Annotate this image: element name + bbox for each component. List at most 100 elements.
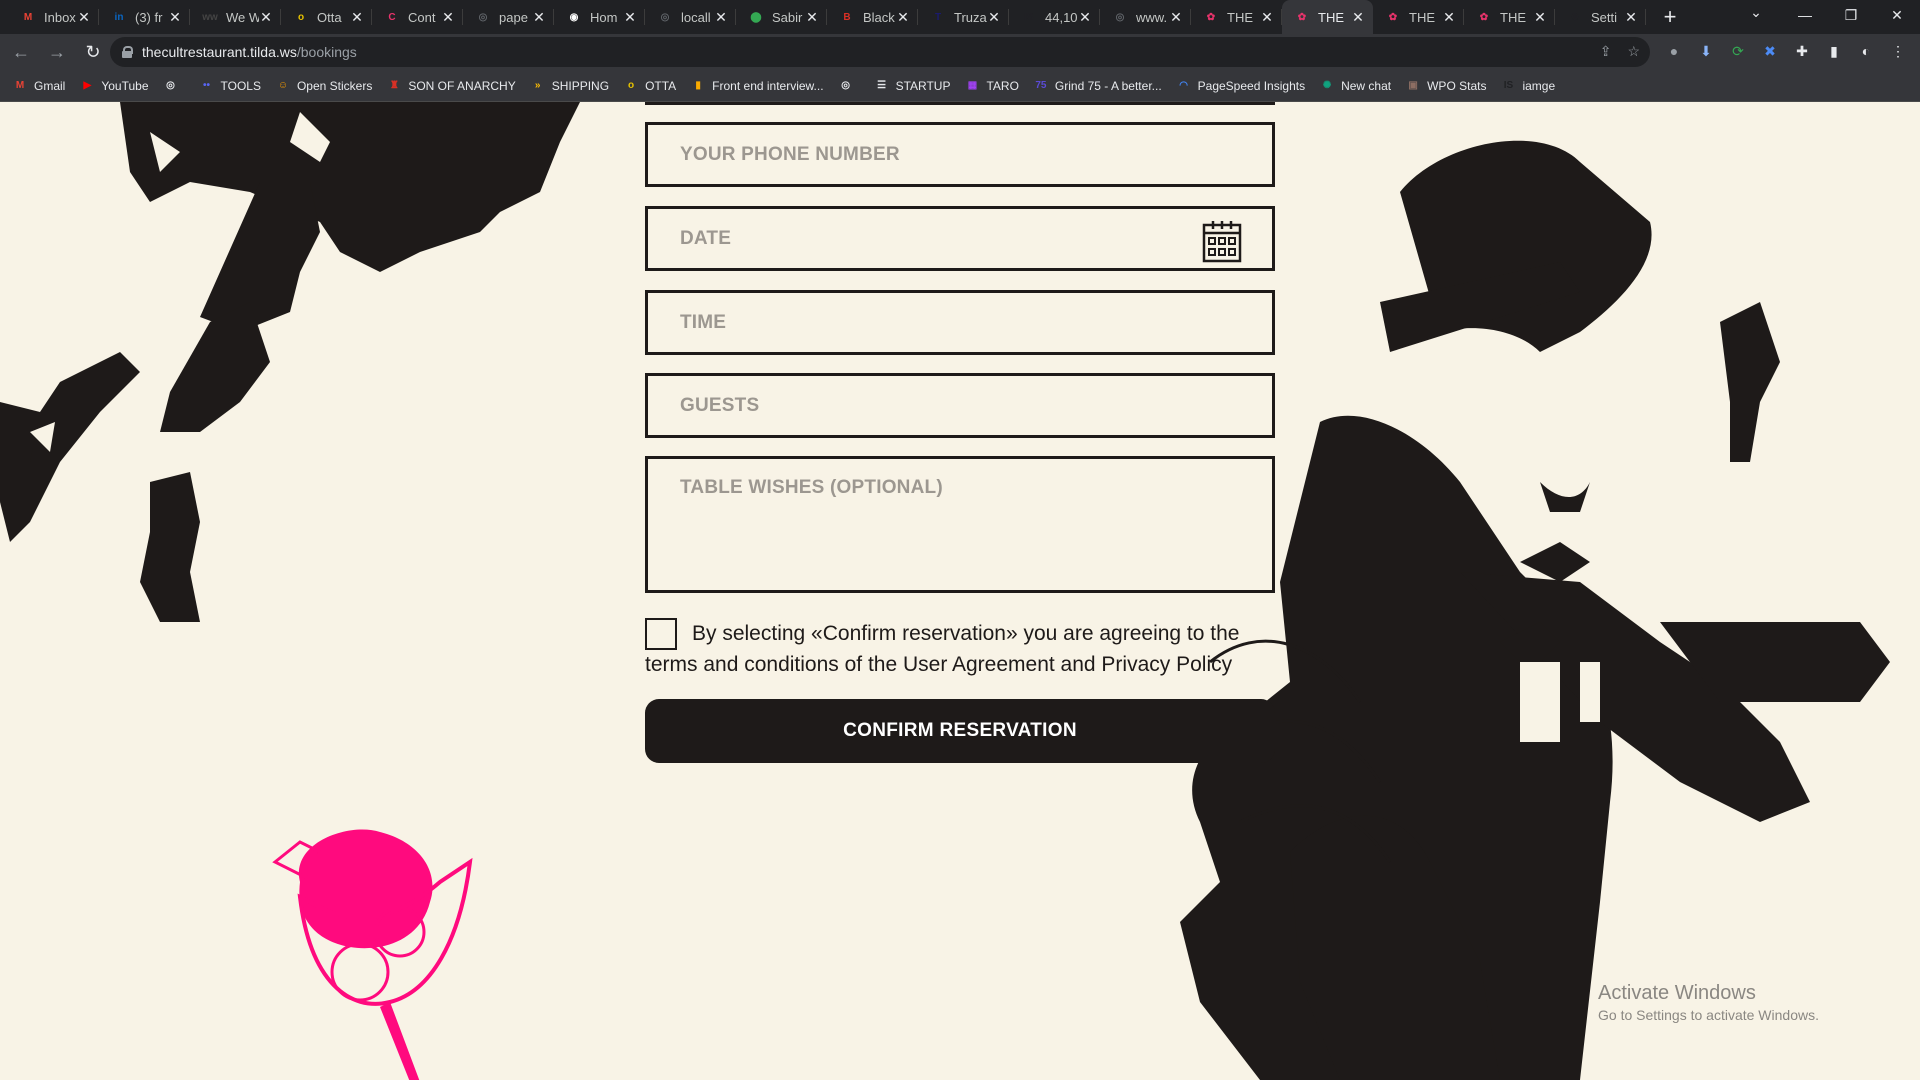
close-icon[interactable]: ✕ xyxy=(1624,9,1638,26)
tab[interactable]: ✿ THE ✕ xyxy=(1464,0,1555,34)
restore-icon[interactable]: ❐ xyxy=(1828,0,1874,30)
bookmark-item[interactable]: 75 Grind 75 - A better... xyxy=(1033,78,1162,94)
close-icon[interactable]: ✕ xyxy=(896,9,910,26)
weworkremotely-icon: ww xyxy=(202,11,218,23)
tab[interactable]: ⚙ Setti ✕ xyxy=(1555,0,1646,34)
tab[interactable]: ◎ locall ✕ xyxy=(645,0,736,34)
bookmark-item[interactable]: o OTTA xyxy=(623,78,676,94)
bookmark-item[interactable]: M Gmail xyxy=(12,78,66,94)
wpo-icon: ▣ xyxy=(1408,80,1418,91)
tab[interactable]: ww We W ✕ xyxy=(190,0,281,34)
extension-green-icon[interactable]: ⟳ xyxy=(1728,41,1748,61)
extension-dot-icon[interactable]: ● xyxy=(1664,41,1684,61)
running-girl-illustration xyxy=(0,102,580,622)
close-icon[interactable]: ✕ xyxy=(1078,9,1092,26)
bookmark-item[interactable]: ◎ xyxy=(163,78,185,94)
close-icon[interactable]: ✕ xyxy=(805,9,819,26)
tab[interactable]: ✿ THE ✕ xyxy=(1373,0,1464,34)
reload-icon[interactable]: ↻ xyxy=(78,37,108,67)
close-icon[interactable]: ✕ xyxy=(1533,9,1547,26)
forward-icon[interactable]: → xyxy=(42,37,72,67)
bookmark-item[interactable]: •• TOOLS xyxy=(199,78,261,94)
tilda-icon: ✿ xyxy=(1297,11,1307,23)
is-icon: IS xyxy=(1503,80,1514,91)
bookmark-item[interactable]: » SHIPPING xyxy=(530,78,609,94)
side-panel-icon[interactable]: ▮ xyxy=(1824,41,1844,61)
close-icon[interactable]: ✕ xyxy=(1351,9,1365,26)
bookmark-item[interactable]: ◠ PageSpeed Insights xyxy=(1176,78,1305,94)
confirm-reservation-button[interactable]: CONFIRM RESERVATION xyxy=(645,699,1275,763)
menu-kebab-icon[interactable]: ⋮ xyxy=(1888,41,1908,61)
watermark-subtitle: Go to Settings to activate Windows. xyxy=(1598,1007,1819,1023)
tab[interactable]: B Black ✕ xyxy=(827,0,918,34)
bookmark-item[interactable]: IS iamge xyxy=(1500,78,1555,94)
bookmark-label: Grind 75 - A better... xyxy=(1054,78,1162,93)
tab[interactable]: ◎ pape ✕ xyxy=(463,0,554,34)
tab[interactable]: ◎ www. ✕ xyxy=(1100,0,1191,34)
tab-search-icon[interactable]: ⌄ xyxy=(1742,4,1770,21)
tab[interactable]: M Inbox ✕ xyxy=(8,0,99,34)
tab-label: We W xyxy=(226,9,259,25)
otta-icon: o xyxy=(297,11,305,23)
back-icon[interactable]: ← xyxy=(6,37,36,67)
tab[interactable]: C Cont ✕ xyxy=(372,0,463,34)
extension-blue-icon[interactable]: ✖ xyxy=(1760,41,1780,61)
close-icon[interactable]: ✕ xyxy=(532,9,546,26)
close-icon[interactable]: ✕ xyxy=(1442,9,1456,26)
bookmark-item[interactable]: ▶ YouTube xyxy=(79,78,148,94)
phone-field[interactable]: YOUR PHONE NUMBER xyxy=(645,122,1275,187)
bookmark-item[interactable]: ▣ WPO Stats xyxy=(1405,78,1486,94)
tab[interactable]: ⬤ Sabir ✕ xyxy=(736,0,827,34)
calendar-icon[interactable] xyxy=(1202,219,1242,263)
puzzle-icon[interactable]: ✚ xyxy=(1792,41,1812,61)
table-wishes-field[interactable]: TABLE WISHES (OPTIONAL) xyxy=(645,456,1275,593)
share-icon[interactable]: ⇪ xyxy=(1600,43,1612,60)
tab[interactable]: T Truza ✕ xyxy=(918,0,1009,34)
bookmark-item[interactable]: ♜ SON OF ANARCHY xyxy=(386,78,516,94)
tab[interactable]: in (3) fr ✕ xyxy=(99,0,190,34)
close-icon[interactable]: ✕ xyxy=(259,9,273,26)
bookmark-item[interactable]: ✺ New chat xyxy=(1319,78,1391,94)
time-field[interactable]: TIME xyxy=(645,290,1275,355)
tab[interactable]: ✿ THE ✕ xyxy=(1191,0,1282,34)
globe-icon: ◎ xyxy=(660,11,670,23)
guests-field[interactable]: GUESTS xyxy=(645,373,1275,438)
close-icon[interactable]: ✕ xyxy=(987,9,1001,26)
tab[interactable]: o Otta ✕ xyxy=(281,0,372,34)
gmail-icon: M xyxy=(23,11,33,23)
close-icon[interactable]: ✕ xyxy=(77,9,91,26)
tab-label: Sabir xyxy=(772,9,803,25)
bookmark-item[interactable]: ▮ Front end interview... xyxy=(690,78,823,94)
booking-page: YOUR PHONE NUMBER DATE TIME GUESTS TABLE… xyxy=(0,102,1920,1080)
bookmark-item[interactable]: ☰ STARTUP xyxy=(874,78,950,94)
bookmark-item[interactable]: ◎ xyxy=(838,78,860,94)
close-window-icon[interactable]: ✕ xyxy=(1874,0,1920,30)
new-tab-button[interactable]: + xyxy=(1656,3,1684,31)
close-icon[interactable]: ✕ xyxy=(350,9,364,26)
close-icon[interactable]: ✕ xyxy=(623,9,637,26)
lock-icon[interactable] xyxy=(122,46,133,58)
close-icon[interactable]: ✕ xyxy=(1260,9,1274,26)
tab-label: Hom xyxy=(590,9,618,25)
maps-pin-icon: ⬤ xyxy=(750,11,762,23)
tab[interactable]: IS 44,10 ✕ xyxy=(1009,0,1100,34)
address-bar[interactable]: thecultrestaurant.tilda.ws/bookings ⇪ ☆ xyxy=(110,37,1650,67)
tab[interactable]: ✿ THE ✕ xyxy=(1282,0,1373,34)
close-icon[interactable]: ✕ xyxy=(1169,9,1183,26)
linkedin-icon: in xyxy=(114,11,124,23)
profile-avatar[interactable]: ◐ xyxy=(1856,41,1876,61)
tab-label: locall xyxy=(681,9,711,25)
tab-label: Black xyxy=(863,9,895,25)
tab[interactable]: ◉ Hom ✕ xyxy=(554,0,645,34)
close-icon[interactable]: ✕ xyxy=(714,9,728,26)
download-icon[interactable]: ⬇ xyxy=(1696,41,1716,61)
close-icon[interactable]: ✕ xyxy=(168,9,182,26)
date-field[interactable]: DATE xyxy=(645,206,1275,271)
minimize-icon[interactable]: — xyxy=(1782,0,1828,30)
date-placeholder: DATE xyxy=(680,227,732,249)
bookmark-item[interactable]: ☺ Open Stickers xyxy=(275,78,372,94)
bookmark-item[interactable]: ▦ TARO xyxy=(964,78,1019,94)
bookmark-star-icon[interactable]: ☆ xyxy=(1627,43,1640,60)
otta-icon: o xyxy=(628,80,635,91)
close-icon[interactable]: ✕ xyxy=(441,9,455,26)
